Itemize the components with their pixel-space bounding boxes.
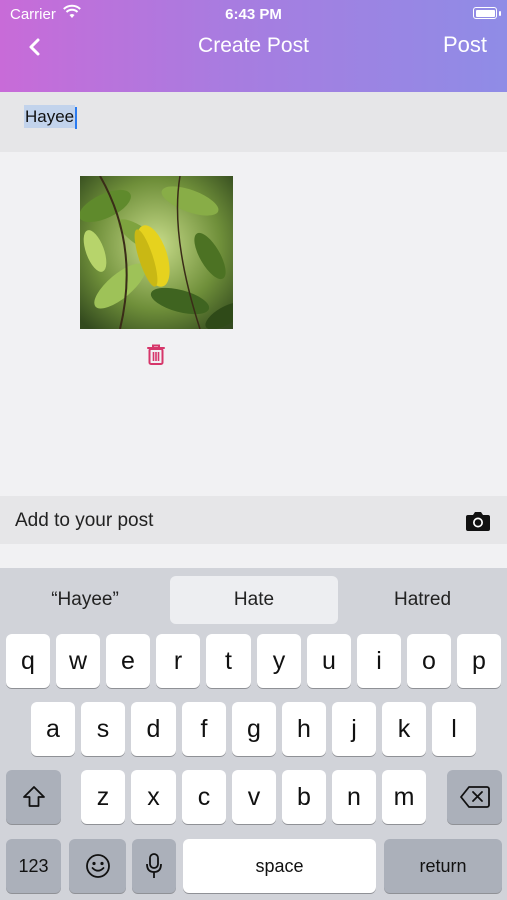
key-e[interactable]: e xyxy=(106,634,150,688)
key-m[interactable]: m xyxy=(382,770,426,824)
key-c[interactable]: c xyxy=(182,770,226,824)
suggestion-bar: “Hayee” Hate Hatred xyxy=(0,576,507,624)
key-u[interactable]: u xyxy=(307,634,351,688)
shift-key[interactable] xyxy=(6,770,61,824)
status-time: 6:43 PM xyxy=(225,6,282,23)
numbers-key[interactable]: 123 xyxy=(6,839,61,893)
post-button[interactable]: Post xyxy=(443,32,487,58)
suggestion-2[interactable]: Hate xyxy=(170,576,338,624)
key-y[interactable]: y xyxy=(257,634,301,688)
battery-icon xyxy=(473,7,497,19)
attached-photo[interactable] xyxy=(80,176,233,329)
delete-photo-icon[interactable] xyxy=(144,342,168,366)
key-i[interactable]: i xyxy=(357,634,401,688)
return-key[interactable]: return xyxy=(384,839,502,893)
space-key[interactable]: space xyxy=(183,839,376,893)
key-q[interactable]: q xyxy=(6,634,50,688)
dictation-key[interactable] xyxy=(132,839,176,893)
key-l[interactable]: l xyxy=(432,702,476,756)
key-g[interactable]: g xyxy=(232,702,276,756)
header: Carrier 6:43 PM Create Post Post xyxy=(0,0,507,92)
key-k[interactable]: k xyxy=(382,702,426,756)
status-bar: Carrier 6:43 PM xyxy=(0,0,507,28)
battery-tip xyxy=(499,11,501,16)
backspace-icon xyxy=(459,786,490,808)
key-j[interactable]: j xyxy=(332,702,376,756)
microphone-icon xyxy=(146,853,162,878)
key-w[interactable]: w xyxy=(56,634,100,688)
key-h[interactable]: h xyxy=(282,702,326,756)
key-d[interactable]: d xyxy=(131,702,176,756)
page-title: Create Post xyxy=(198,34,309,57)
emoji-icon xyxy=(85,854,110,878)
shift-icon xyxy=(22,786,45,807)
suggestion-1[interactable]: “Hayee” xyxy=(0,576,170,624)
key-p[interactable]: p xyxy=(457,634,501,688)
post-text-value[interactable]: Hayee xyxy=(24,105,78,129)
text-caret xyxy=(75,107,78,129)
key-z[interactable]: z xyxy=(81,770,125,824)
emoji-key[interactable] xyxy=(69,839,126,893)
camera-icon[interactable] xyxy=(465,510,491,532)
delete-key[interactable] xyxy=(447,770,502,824)
key-x[interactable]: x xyxy=(131,770,176,824)
key-v[interactable]: v xyxy=(232,770,276,824)
key-t[interactable]: t xyxy=(206,634,251,688)
key-a[interactable]: a xyxy=(31,702,75,756)
key-o[interactable]: o xyxy=(407,634,451,688)
suggestion-3[interactable]: Hatred xyxy=(338,576,507,624)
key-f[interactable]: f xyxy=(182,702,226,756)
key-s[interactable]: s xyxy=(81,702,125,756)
add-to-post-label: Add to your post xyxy=(15,510,154,531)
leaf-photo-image xyxy=(80,176,233,329)
selected-text: Hayee xyxy=(24,105,76,129)
key-r[interactable]: r xyxy=(156,634,200,688)
key-n[interactable]: n xyxy=(332,770,376,824)
key-b[interactable]: b xyxy=(282,770,326,824)
